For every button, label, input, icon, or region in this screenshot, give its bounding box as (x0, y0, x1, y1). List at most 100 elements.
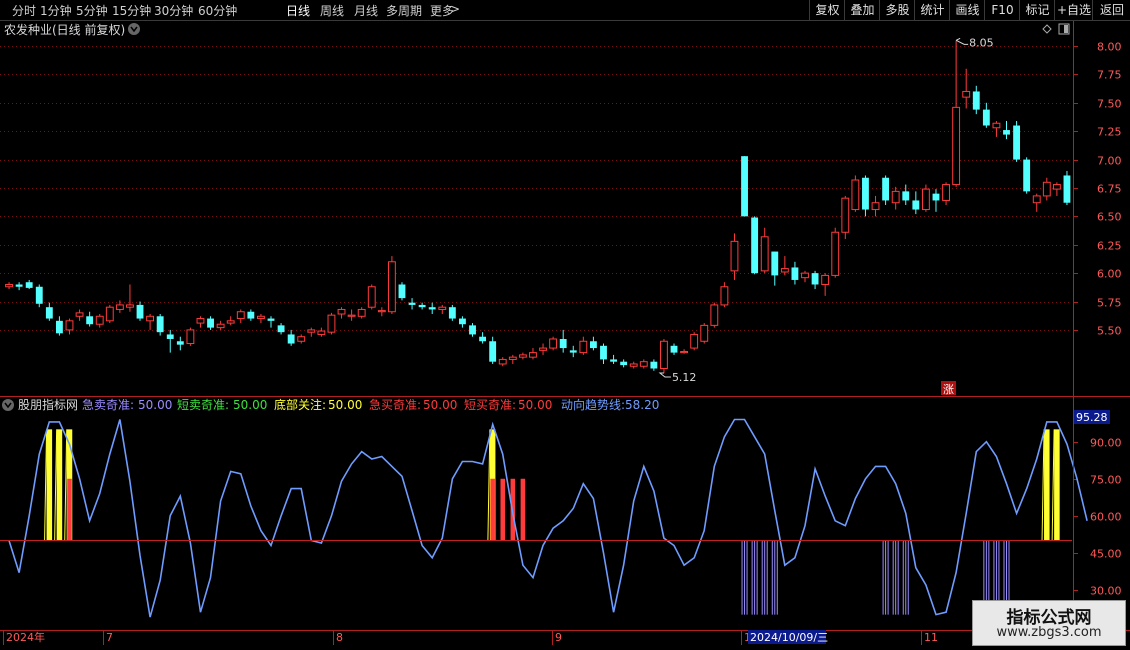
candle (479, 332, 487, 344)
candle (438, 304, 447, 315)
candle (539, 343, 547, 355)
toolbar-button-5[interactable]: F10 (984, 0, 1020, 20)
candle (620, 359, 628, 368)
candle (25, 279, 33, 290)
indicator-top-value-box: 95.28 (1074, 410, 1110, 424)
date-label-0: 2024年 (6, 630, 45, 644)
price-tick-label: 7.75 (1097, 69, 1122, 82)
date-label-3: 9 (555, 631, 562, 644)
period-tab-5[interactable]: 60分钟 (198, 2, 237, 19)
candle (5, 282, 13, 290)
price-axis: 8.00 7.75 7.50 7.25 7.00 6.75 6.50 6.25 6.00 5.75… (1073, 41, 1122, 338)
date-label-5: 11 (924, 631, 938, 644)
chevron-down-icon[interactable] (128, 23, 140, 35)
candle (891, 186, 900, 210)
candle (902, 184, 910, 205)
bottom-focus-edge (54, 429, 58, 541)
candle (15, 282, 23, 291)
panel-toggle-icon[interactable] (1058, 23, 1070, 35)
candle (700, 323, 709, 344)
candle (559, 329, 567, 353)
candle (45, 302, 53, 321)
candle (418, 302, 426, 310)
candle (730, 233, 739, 280)
toolbar-button-4[interactable]: 画线 (949, 0, 985, 20)
candle (660, 338, 668, 374)
zhang-badge: 涨 (941, 381, 956, 396)
candle (287, 329, 295, 346)
indicator-legend: 股朋指标网 急卖奇准: 50.00 短卖奇准: 50.00 底部关注: 50.00 急买奇准:… (18, 397, 659, 412)
candle (1023, 157, 1031, 194)
bottom-focus-bar (56, 429, 63, 541)
indicator-tick-label: 75.00 (1090, 474, 1122, 487)
toolbar-button-0[interactable]: 复权 (809, 0, 845, 20)
legend-value-0: 50.00 (138, 398, 172, 412)
price-tick-label: 6.25 (1097, 240, 1122, 253)
bottom-focus-bar (1044, 429, 1050, 541)
candle (347, 309, 356, 321)
candle (600, 343, 607, 364)
legend-label-5: 动向趋势线: (561, 397, 625, 412)
toolbar-button-1[interactable]: 叠加 (844, 0, 880, 20)
toolbar-button-3[interactable]: 统计 (914, 0, 950, 20)
candle (498, 357, 507, 367)
indicator-tick-label: 90.00 (1090, 437, 1122, 450)
candle (862, 175, 869, 217)
low-price-marker: 5.12 (658, 371, 696, 384)
candle (650, 359, 658, 371)
price-tick-label: 7.25 (1097, 126, 1122, 139)
cursor-date: 2024/10/09/三 (750, 631, 828, 644)
bottom-focus-edge (1051, 429, 1055, 541)
period-tab-7[interactable]: 周线 (320, 2, 344, 19)
toolbar-button-6[interactable]: 标记 (1019, 0, 1055, 20)
candle (982, 102, 990, 128)
candle (871, 195, 880, 217)
trend-line (8, 418, 1088, 618)
candle (992, 120, 1001, 137)
period-tab-9[interactable]: 多周期 (386, 2, 422, 19)
candle (912, 191, 920, 215)
period-tab-6[interactable]: 日线 (286, 2, 310, 19)
candle (277, 323, 285, 335)
period-tab-0[interactable]: 分时 (12, 2, 36, 19)
candle (942, 182, 950, 205)
candle (105, 304, 114, 324)
toolbar-button-7[interactable]: +自选 (1054, 0, 1093, 20)
candle (469, 323, 476, 337)
candle (1032, 193, 1041, 212)
bottom-focus-bar (46, 429, 53, 541)
quick-sell-bar (902, 540, 909, 615)
bottom-focus-edge (44, 429, 48, 541)
candle (489, 336, 497, 364)
diamond-icon[interactable] (1042, 24, 1052, 34)
period-tab-4[interactable]: 30分钟 (154, 2, 193, 19)
toolbar-button-2[interactable]: 多股 (879, 0, 915, 20)
period-tab-3[interactable]: 15分钟 (112, 2, 151, 19)
legend-label-1: 短卖奇准: (177, 398, 229, 412)
period-tab-8[interactable]: 月线 (354, 2, 378, 19)
candle (841, 195, 850, 240)
candle (65, 318, 74, 335)
chevron-down-icon-2[interactable] (2, 399, 14, 411)
bottom-focus-edge (487, 429, 491, 541)
candle (196, 316, 205, 328)
period-tab-2[interactable]: 5分钟 (76, 2, 108, 19)
top-toolbar: 分时 1分钟 5分钟 15分钟 30分钟 60分钟 日线 周线 月线 多周期 更多 > 复权 叠加 多股 统计… (0, 0, 1130, 21)
candle (851, 175, 860, 212)
candle (186, 327, 195, 346)
price-tick-label: 6.50 (1097, 211, 1122, 224)
period-tab-1[interactable]: 1分钟 (40, 2, 72, 19)
candle (690, 332, 699, 351)
quick-sell-bar (771, 540, 778, 615)
candle (35, 284, 43, 308)
candle (831, 227, 840, 278)
candle (882, 175, 890, 205)
indicator-top-value: 95.28 (1076, 411, 1108, 424)
candle (247, 309, 255, 321)
bottom-focus-bar (1054, 429, 1060, 541)
candle (448, 304, 456, 321)
legend-value-3: 50.00 (423, 398, 457, 412)
toolbar-button-8[interactable]: 返回 (1092, 0, 1130, 20)
more-arrow-icon[interactable]: > (450, 2, 460, 16)
candle (680, 349, 689, 354)
